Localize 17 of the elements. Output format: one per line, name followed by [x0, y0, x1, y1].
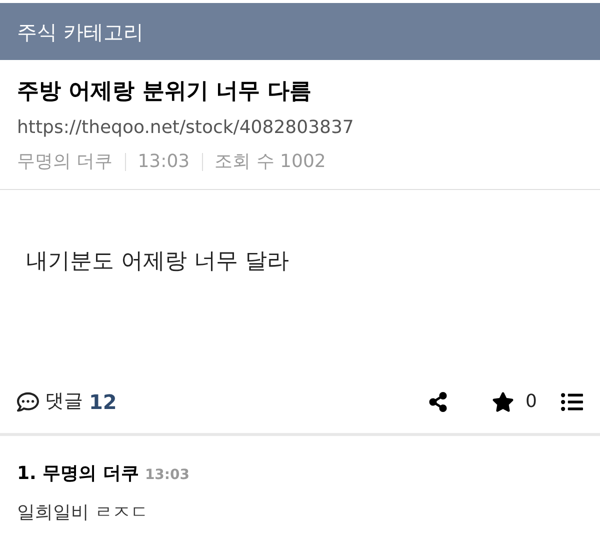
comment-icon [17, 390, 39, 412]
post-body: 내기분도 어제랑 너무 달라 [26, 248, 290, 276]
comment-author: 1. 무명의 더쿠 [17, 462, 139, 486]
star-count: 0 [526, 390, 537, 414]
author-name: 무명의 더쿠 [17, 150, 113, 174]
view-count: 조회 수 1002 [214, 150, 326, 174]
comments-label[interactable]: 댓글 [45, 387, 83, 416]
list-icon[interactable] [561, 390, 583, 412]
post-time: 13:03 [138, 150, 190, 174]
share-icon[interactable] [428, 392, 448, 412]
category-title: 주식 카테고리 [17, 18, 144, 46]
post-title: 주방 어제랑 분위기 너무 다름 [17, 78, 313, 106]
post-url[interactable]: https://theqoo.net/stock/4082803837 [17, 115, 583, 141]
star-icon[interactable] [492, 390, 514, 412]
comment-text: 일희일비 ㄹㅈㄷ [17, 501, 150, 525]
comments-count: 12 [89, 388, 117, 416]
comment-time: 13:03 [144, 466, 190, 485]
